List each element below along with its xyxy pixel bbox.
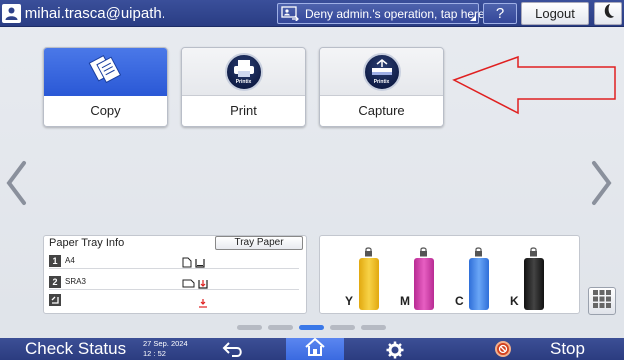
energy-saver-button[interactable] xyxy=(594,2,622,25)
annotation-arrow-icon xyxy=(452,55,617,130)
page-dot[interactable] xyxy=(268,325,293,330)
help-button[interactable]: ? xyxy=(483,3,517,24)
paper-tray-widget[interactable]: Paper Tray Info Tray Paper 1 A4 2 SRA3 xyxy=(43,235,307,314)
tray-title: Paper Tray Info xyxy=(49,237,125,249)
scanner-icon: Printix xyxy=(362,52,401,91)
toner-level-widget[interactable]: Y M C K xyxy=(319,235,580,314)
application-list-button[interactable] xyxy=(588,287,616,315)
toner-letter: M xyxy=(400,294,410,308)
stop-icon xyxy=(495,341,511,357)
grid-icon xyxy=(593,289,611,313)
toner-bar xyxy=(359,258,379,310)
page-dot-active[interactable] xyxy=(299,325,324,330)
toner-bar xyxy=(414,258,434,310)
user-icon xyxy=(2,4,21,23)
capture-tile-icon-area: Printix xyxy=(320,48,443,95)
user-account[interactable]: mihai.trasca@uipath. xyxy=(2,3,164,24)
admin-operation-icon xyxy=(281,6,299,22)
home-icon xyxy=(304,337,326,360)
portrait-paper-icon xyxy=(182,255,192,268)
user-name: mihai.trasca@uipath. xyxy=(24,5,164,22)
tray-number: 2 xyxy=(49,275,61,288)
tray-paper-size: SRA3 xyxy=(65,277,86,286)
bypass-tray-icon xyxy=(49,293,61,311)
print-tile-icon-area: Printix xyxy=(182,48,305,95)
time-text: 12 : 52 xyxy=(143,349,166,358)
page-indicator xyxy=(237,325,386,330)
tray-row: 1 A4 xyxy=(49,253,299,269)
logout-button[interactable]: Logout xyxy=(521,2,589,25)
stop-label: Stop xyxy=(550,339,585,358)
printer-icon: Printix xyxy=(224,52,263,91)
tray-number: 1 xyxy=(49,254,61,267)
gear-icon xyxy=(386,341,404,360)
landscape-paper-icon xyxy=(182,276,195,288)
chevron-left-icon xyxy=(4,161,28,210)
capture-tile-label: Capture xyxy=(320,95,443,126)
paper-empty-warning-icon xyxy=(198,276,208,289)
settings-button[interactable] xyxy=(386,341,404,360)
tray-row: 2 SRA3 xyxy=(49,274,299,290)
back-button[interactable] xyxy=(222,341,244,360)
copy-icon xyxy=(88,52,124,91)
date-text: 27 Sep. 2024 xyxy=(143,339,188,348)
corner-indicator-icon xyxy=(470,15,476,21)
notice-text: Deny admin.'s operation, tap here xyxy=(305,6,485,21)
copy-tile-label: Copy xyxy=(44,95,167,126)
check-status-button[interactable]: Check Status xyxy=(25,339,126,359)
capture-app-tile[interactable]: Printix Capture xyxy=(319,47,444,127)
top-bar: mihai.trasca@uipath. Deny admin.'s opera… xyxy=(0,0,624,27)
next-page-button[interactable] xyxy=(590,160,614,211)
tray-paper-size: A4 xyxy=(65,256,75,265)
paper-level-icon xyxy=(195,255,205,268)
copy-tile-icon-area xyxy=(44,48,167,95)
page-dot[interactable] xyxy=(361,325,386,330)
date-time-display: 27 Sep. 2024 12 : 52 xyxy=(143,339,188,359)
print-tile-label: Print xyxy=(182,95,305,126)
toner-bar xyxy=(524,258,544,310)
toner-letter: K xyxy=(510,294,519,308)
bypass-empty-warning-icon xyxy=(198,296,208,308)
page-dot[interactable] xyxy=(237,325,262,330)
tray-paper-button[interactable]: Tray Paper xyxy=(215,236,303,250)
copy-app-tile[interactable]: Copy xyxy=(43,47,168,127)
page-dot[interactable] xyxy=(330,325,355,330)
print-app-tile[interactable]: Printix Print xyxy=(181,47,306,127)
previous-page-button[interactable] xyxy=(4,160,28,211)
home-button[interactable] xyxy=(286,337,344,360)
capture-badge-label: Printix xyxy=(373,78,390,85)
tray-row xyxy=(49,294,299,310)
stop-button[interactable]: Stop xyxy=(495,339,595,359)
chevron-right-icon xyxy=(590,161,614,210)
moon-icon xyxy=(601,3,615,24)
toner-bar xyxy=(469,258,489,310)
deny-admin-notice[interactable]: Deny admin.'s operation, tap here xyxy=(277,3,485,24)
back-arrow-icon xyxy=(222,342,244,360)
bottom-bar: Check Status 27 Sep. 2024 12 : 52 Stop xyxy=(0,337,624,360)
toner-letter: Y xyxy=(345,294,354,308)
print-badge-label: Printix xyxy=(235,78,252,85)
toner-letter: C xyxy=(455,294,464,308)
